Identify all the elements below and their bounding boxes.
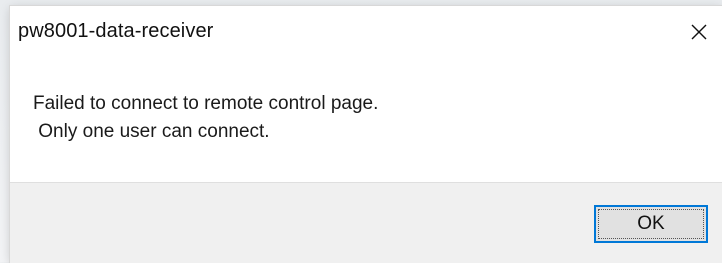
dialog-title: pw8001-data-receiver (18, 20, 214, 42)
close-button[interactable] (676, 6, 722, 58)
ok-button-label: OK (637, 213, 665, 234)
dialog-titlebar[interactable]: pw8001-data-receiver (10, 6, 722, 58)
ok-button[interactable]: OK (594, 205, 708, 243)
error-message: Failed to connect to remote control page… (33, 93, 379, 142)
dialog-footer: OK (10, 182, 722, 263)
message-dialog: pw8001-data-receiver Failed to connect t… (10, 6, 722, 263)
close-icon (690, 23, 708, 41)
message-area: Failed to connect to remote control page… (10, 58, 722, 182)
